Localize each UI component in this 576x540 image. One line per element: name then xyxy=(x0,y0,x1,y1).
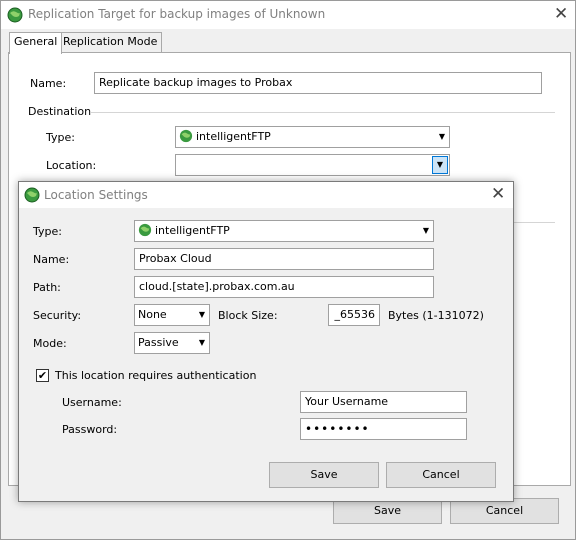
ftp-globe-icon xyxy=(179,129,193,143)
destination-group-label: Destination xyxy=(28,105,92,118)
dialog-type-select[interactable]: intelligentFTP ▼ xyxy=(134,220,434,242)
dialog-name-label: Name: xyxy=(33,253,70,266)
mode-select-value: Passive xyxy=(138,336,179,349)
dialog-cancel-button[interactable]: Cancel xyxy=(386,462,496,488)
username-input[interactable]: Your Username xyxy=(300,391,467,413)
type-select[interactable]: intelligentFTP ▼ xyxy=(175,126,450,148)
dialog-path-input[interactable]: cloud.[state].probax.com.au xyxy=(134,276,434,298)
location-settings-dialog: Location Settings ✕ Type: intelligentFTP… xyxy=(18,181,514,502)
username-label: Username: xyxy=(62,396,122,409)
location-select[interactable]: ▼ xyxy=(175,154,450,176)
dialog-title: Location Settings xyxy=(44,188,148,202)
security-select[interactable]: None ▼ xyxy=(134,304,210,326)
name-input[interactable]: Replicate backup images to Probax xyxy=(94,72,542,94)
block-size-range-label: Bytes (1-131072) xyxy=(388,309,484,322)
window-close-icon[interactable]: ✕ xyxy=(554,6,568,23)
mode-select[interactable]: Passive ▼ xyxy=(134,332,210,354)
dialog-security-label: Security: xyxy=(33,309,82,322)
window-title: Replication Target for backup images of … xyxy=(28,7,326,21)
window-titlebar: Replication Target for backup images of … xyxy=(1,1,575,29)
block-size-input[interactable]: _65536 xyxy=(328,304,380,326)
type-select-value: intelligentFTP xyxy=(196,130,271,143)
dialog-ftp-globe-icon xyxy=(138,223,152,237)
destination-group-line xyxy=(91,112,555,113)
type-label: Type: xyxy=(46,131,75,144)
dialog-name-input[interactable]: Probax Cloud xyxy=(134,248,434,270)
dialog-path-label: Path: xyxy=(33,281,61,294)
password-label: Password: xyxy=(62,423,118,436)
security-select-value: None xyxy=(138,308,167,321)
dialog-type-value: intelligentFTP xyxy=(155,224,230,237)
dialog-save-button[interactable]: Save xyxy=(269,462,379,488)
chevron-down-icon: ▼ xyxy=(198,338,205,347)
app-globe-icon xyxy=(7,7,23,23)
tab-replication-mode[interactable]: Replication Mode xyxy=(58,32,163,52)
auth-checkbox-label: This location requires authentication xyxy=(55,369,257,382)
name-label: Name: xyxy=(30,77,67,90)
location-dropdown-button[interactable]: ▼ xyxy=(432,156,448,174)
dialog-mode-label: Mode: xyxy=(33,337,67,350)
tab-general[interactable]: General xyxy=(9,32,63,54)
block-size-label: Block Size: xyxy=(218,309,278,322)
chevron-down-icon: ▼ xyxy=(438,132,445,141)
dialog-titlebar: Location Settings ✕ xyxy=(19,182,513,208)
group-line-right xyxy=(514,222,555,223)
password-input[interactable]: •••••••• xyxy=(300,418,467,440)
dialog-close-icon[interactable]: ✕ xyxy=(491,186,505,203)
auth-checkbox[interactable]: ✔ xyxy=(36,369,49,382)
location-label: Location: xyxy=(46,159,97,172)
chevron-down-icon: ▼ xyxy=(422,226,429,235)
dialog-type-label: Type: xyxy=(33,225,62,238)
dialog-globe-icon xyxy=(24,187,40,203)
chevron-down-icon: ▼ xyxy=(198,310,205,319)
